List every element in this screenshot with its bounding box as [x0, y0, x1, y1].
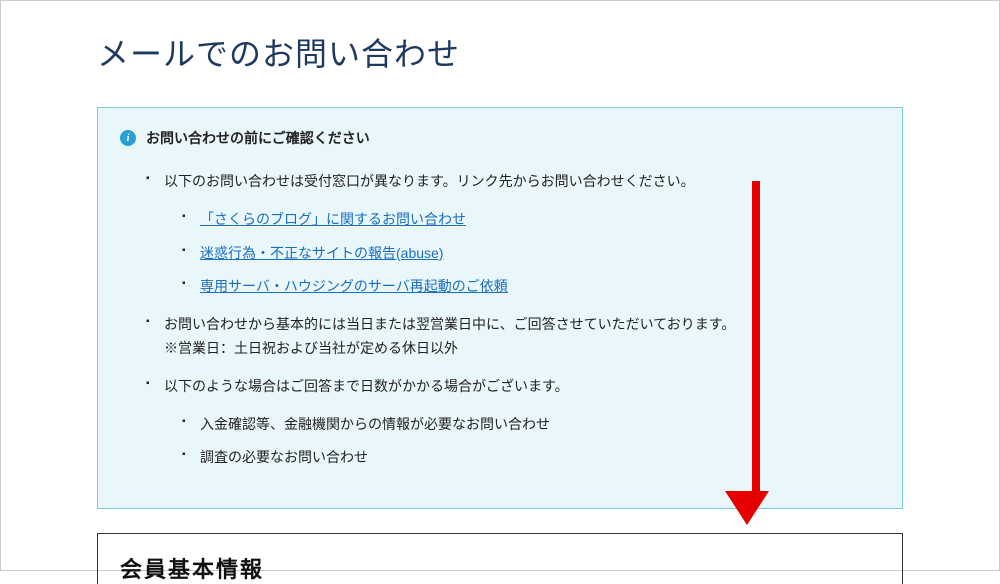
info-box-title: お問い合わせの前にご確認ください	[146, 128, 370, 148]
bullet-text: 以下のような場合はご回答まで日数がかかる場合がございます。	[164, 378, 569, 394]
link-list: 「さくらのブログ」に関するお問い合わせ 迷惑行為・不正なサイトの報告(abuse…	[164, 208, 880, 299]
link-abuse-report[interactable]: 迷惑行為・不正なサイトの報告(abuse)	[200, 245, 443, 261]
link-sakura-blog[interactable]: 「さくらのブログ」に関するお問い合わせ	[200, 211, 466, 227]
arrow-shaft	[752, 181, 760, 491]
bullet-note: ※営業日：土日祝および当社が定める休日以外	[164, 337, 880, 361]
page-title: メールでのお問い合わせ	[97, 29, 903, 75]
sub-item-text: 入金確認等、金融機関からの情報が必要なお問い合わせ	[200, 416, 550, 432]
sub-list: 入金確認等、金融機関からの情報が必要なお問い合わせ 調査の必要なお問い合わせ	[164, 413, 880, 471]
list-item: お問い合わせから基本的には当日または翌営業日中に、ご回答させていただいております…	[146, 313, 880, 361]
list-item: 以下のお問い合わせは受付窓口が異なります。リンク先からお問い合わせください。 「…	[146, 170, 880, 299]
info-box: i お問い合わせの前にご確認ください 以下のお問い合わせは受付窓口が異なります。…	[97, 107, 903, 509]
link-server-reboot[interactable]: 専用サーバ・ハウジングのサーバ再起動のご依頼	[200, 278, 508, 294]
sub-item-text: 調査の必要なお問い合わせ	[200, 449, 368, 465]
section-title: 会員基本情報	[120, 552, 880, 584]
list-item: 入金確認等、金融機関からの情報が必要なお問い合わせ	[182, 413, 880, 437]
arrow-head-icon	[725, 491, 769, 525]
list-item: 「さくらのブログ」に関するお問い合わせ	[182, 208, 880, 232]
list-item: 調査の必要なお問い合わせ	[182, 446, 880, 470]
bullet-text: 以下のお問い合わせは受付窓口が異なります。リンク先からお問い合わせください。	[164, 173, 695, 189]
list-item: 迷惑行為・不正なサイトの報告(abuse)	[182, 242, 880, 266]
bullet-text: お問い合わせから基本的には当日または翌営業日中に、ご回答させていただいております…	[164, 313, 880, 337]
arrow-down-annotation	[743, 181, 769, 525]
section-member-info: 会員基本情報	[97, 533, 903, 584]
list-item: 専用サーバ・ハウジングのサーバ再起動のご依頼	[182, 275, 880, 299]
info-title-row: i お問い合わせの前にご確認ください	[120, 128, 880, 148]
list-item: 以下のような場合はご回答まで日数がかかる場合がございます。 入金確認等、金融機関…	[146, 375, 880, 470]
info-icon: i	[120, 130, 136, 146]
